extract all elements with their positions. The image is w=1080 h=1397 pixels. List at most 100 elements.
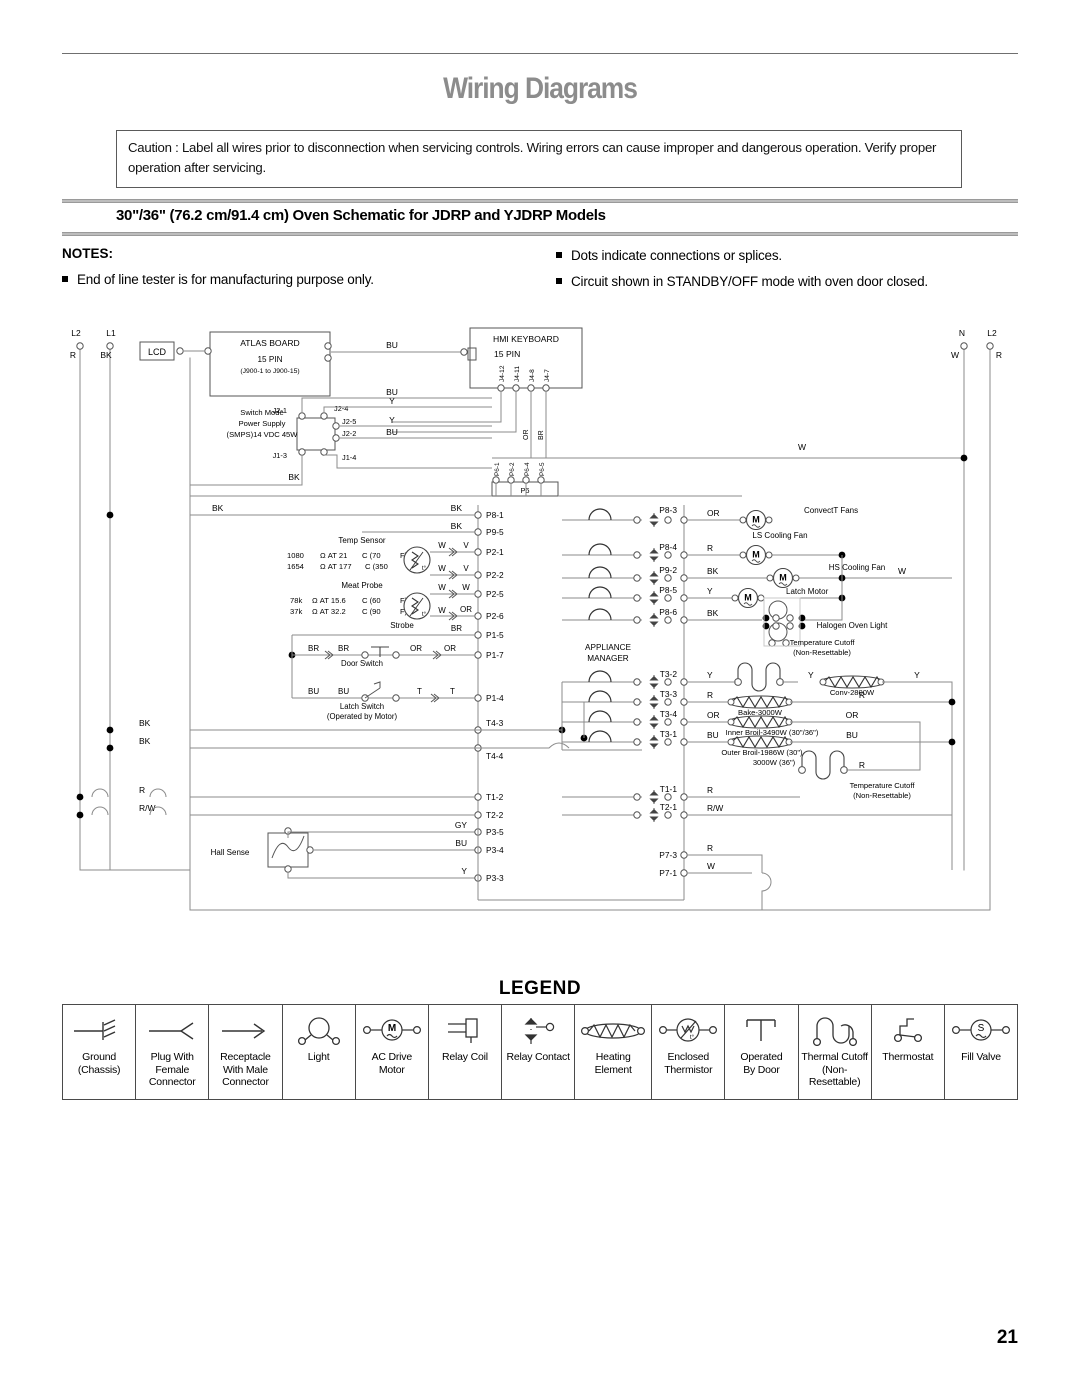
svg-text:R: R [859,760,865,770]
svg-text:Hall Sense: Hall Sense [211,848,250,857]
svg-text:J2-4: J2-4 [334,404,348,413]
svg-text:Temperature Cutoff: Temperature Cutoff [790,638,856,647]
svg-text:OR: OR [707,710,720,720]
svg-text:BU: BU [308,687,319,696]
svg-text:GY: GY [455,820,468,830]
svg-text:BK: BK [139,736,151,746]
svg-text:P1-7: P1-7 [486,650,504,660]
svg-text:(Non-Resettable): (Non-Resettable) [853,791,911,800]
svg-text:15 PIN: 15 PIN [494,349,520,359]
svg-text:Ω AT 21: Ω AT 21 [320,551,347,560]
note-item-2: Dots indicate connections or splices. [556,248,782,263]
legend-item-receptacle-male: Receptacle With Male Connector [209,1005,283,1099]
svg-text:C (350: C (350 [365,562,388,571]
svg-text:W: W [462,583,470,592]
ac-drive-motor-icon: M [359,1014,425,1048]
svg-text:T: T [417,687,422,696]
svg-text:Y: Y [707,586,713,596]
svg-text:R: R [859,690,865,700]
legend-label: Thermal Cutoff (Non- Resettable) [801,1051,868,1088]
svg-text:Latch Motor: Latch Motor [786,587,829,596]
note-item-1: End of line tester is for manufacturing … [62,272,374,287]
svg-text:R: R [707,785,713,795]
fill-valve-icon: S [948,1014,1014,1048]
legend-label: Receptacle With Male Connector [220,1051,271,1088]
svg-text:P8-6: P8-6 [659,607,677,617]
svg-text:M: M [388,1023,396,1034]
svg-text:W: W [707,861,715,871]
svg-text:OR: OR [460,605,472,614]
svg-text:T: T [450,687,455,696]
svg-text:P7-3: P7-3 [659,850,677,860]
note-item-3: Circuit shown in STANDBY/OFF mode with o… [556,274,928,289]
svg-text:P3-4: P3-4 [486,845,504,855]
svg-text:BU: BU [707,730,719,740]
svg-text:C (60: C (60 [362,596,381,605]
wiring-diagram-page: Wiring Diagrams Caution : Label all wire… [0,0,1080,1397]
svg-text:BU: BU [846,730,858,740]
bullet-square-icon [556,252,562,258]
svg-text:R: R [139,785,145,795]
svg-text:P6-1: P6-1 [494,462,501,476]
svg-text:1654: 1654 [287,562,304,571]
svg-text:BK: BK [139,718,151,728]
svg-text:J2-1: J2-1 [273,406,287,415]
svg-text:T3-1: T3-1 [660,729,678,739]
svg-text:T2-1: T2-1 [660,802,678,812]
svg-text:C (90: C (90 [362,607,381,616]
svg-text:W: W [951,350,959,360]
svg-text:Inner Broil-3490W (30"/36"): Inner Broil-3490W (30"/36") [726,728,819,737]
legend-label: Relay Coil [442,1051,488,1063]
legend-item-light: Light [283,1005,356,1099]
ground-chassis-icon [70,1014,128,1048]
svg-text:P2-6: P2-6 [486,611,504,621]
svg-text:Y: Y [914,670,920,680]
svg-text:BU: BU [455,838,467,848]
svg-text:Ω AT 32.2: Ω AT 32.2 [312,607,346,616]
svg-text:L2: L2 [71,328,81,338]
legend-label: Enclosed Thermistor [664,1051,713,1076]
svg-text:APPLIANCE: APPLIANCE [585,643,631,652]
svg-text:P2-5: P2-5 [486,589,504,599]
svg-text:Meat Probe: Meat Probe [341,581,383,590]
atlas-board-title: ATLAS BOARD [240,338,300,348]
svg-text:J2-5: J2-5 [342,417,356,426]
svg-text:37k: 37k [290,607,302,616]
svg-text:J1-3: J1-3 [273,451,287,460]
section-rule-bottom [62,232,1018,236]
svg-text:P1-5: P1-5 [486,630,504,640]
legend-item-heating-element: Heating Element [575,1005,653,1099]
svg-text:(Operated by Motor): (Operated by Motor) [327,712,398,721]
svg-text:Latch Switch: Latch Switch [340,702,384,711]
svg-text:BR: BR [451,624,462,633]
svg-text:Temp Sensor: Temp Sensor [338,536,385,545]
relay-contact-icon [513,1014,563,1048]
page-title: Wiring Diagrams [443,72,638,105]
legend-label: Operated By Door [740,1051,783,1076]
legend-label: Plug With Female Connector [148,1051,196,1088]
svg-text:P6-2: P6-2 [509,462,516,476]
svg-text:LCD: LCD [148,347,167,357]
svg-text:T1-2: T1-2 [486,792,504,802]
svg-text:BU: BU [386,427,398,437]
svg-text:L1: L1 [106,328,116,338]
svg-text:OR: OR [523,430,530,441]
thermal-cutoff-icon [804,1014,866,1048]
svg-text:R/W: R/W [139,803,156,813]
legend-item-plug-female: Plug With Female Connector [136,1005,210,1099]
svg-text:V: V [463,541,469,550]
svg-text:Ω AT 15.6: Ω AT 15.6 [312,596,346,605]
svg-text:S: S [978,1023,985,1034]
svg-text:BR: BR [338,644,349,653]
svg-text:R: R [707,543,713,553]
notes-title: NOTES: [62,246,114,261]
svg-text:R: R [996,350,1002,360]
svg-text:T3-4: T3-4 [660,709,678,719]
svg-text:BU: BU [338,687,349,696]
svg-text:P1-4: P1-4 [486,693,504,703]
svg-text:P3-3: P3-3 [486,873,504,883]
svg-text:15 PIN: 15 PIN [257,355,282,364]
light-icon [290,1014,348,1048]
svg-text:Strobe: Strobe [390,621,414,630]
svg-text:W: W [798,442,806,452]
